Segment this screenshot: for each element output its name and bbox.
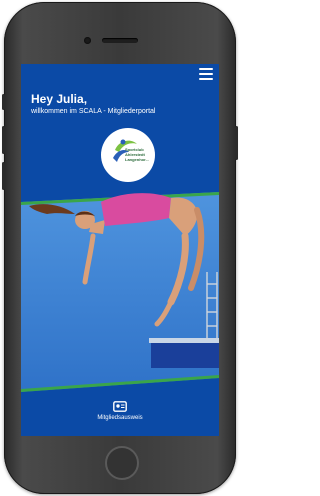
volume-down-button	[2, 162, 5, 190]
mute-switch	[2, 94, 5, 110]
app-screen: Hey Julia, willkommen im SCALA - Mitglie…	[21, 64, 219, 436]
member-card-label[interactable]: Mitgliedsausweis	[21, 415, 219, 421]
greeting-title: Hey Julia,	[31, 92, 88, 106]
diver-photo	[21, 192, 219, 392]
front-camera	[84, 37, 91, 44]
hamburger-menu-icon[interactable]	[199, 68, 213, 80]
home-button[interactable]	[105, 446, 139, 480]
volume-up-button	[2, 126, 5, 154]
earpiece-speaker	[102, 38, 138, 43]
club-logo: Sportclub Ahlerstedt Langenhor...	[101, 128, 155, 182]
member-card-icon[interactable]	[113, 401, 127, 412]
power-button	[235, 126, 238, 160]
logo-text-line-3: Langenhor...	[125, 157, 149, 162]
club-logo-text: Sportclub Ahlerstedt Langenhor...	[125, 147, 149, 162]
bottom-navigation	[21, 392, 219, 436]
welcome-subtitle: willkommen im SCALA - Mitgliederportal	[31, 108, 156, 115]
